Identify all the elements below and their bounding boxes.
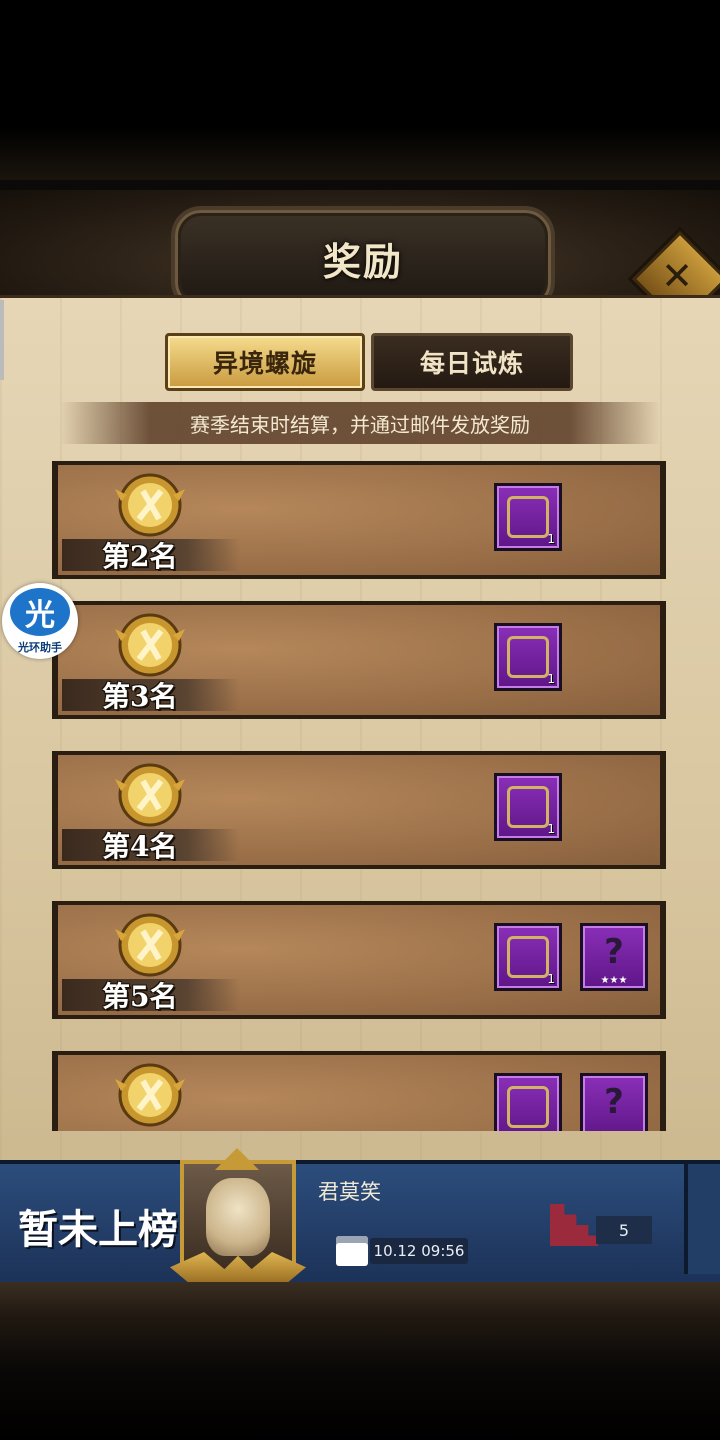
tab-spiral[interactable]: 异境螺旋 xyxy=(165,333,365,391)
calendar-icon xyxy=(336,1236,368,1266)
avatar-crown-ornament xyxy=(215,1148,259,1170)
frame-icon xyxy=(507,636,549,678)
rank-row: 第3名 1 xyxy=(52,601,666,719)
close-icon[interactable]: ✕ xyxy=(654,253,700,299)
frame-icon xyxy=(507,496,549,538)
scroll-indicator xyxy=(0,300,4,380)
rank-row: 第5名 1 ? ★★★ xyxy=(52,901,666,1019)
frame-icon xyxy=(507,786,549,828)
dialog-bottom-frame xyxy=(0,1282,720,1322)
floor-count: 5 xyxy=(596,1216,652,1244)
rank-label: 第2名 xyxy=(102,540,178,573)
reward-frame-item[interactable]: 1 xyxy=(494,923,562,991)
rank-row: 第4名 1 xyxy=(52,751,666,869)
rank-reward-list[interactable]: 第2名 1 第3名 1 第4名 1 第5名 1 ? ★★★ ? xyxy=(0,455,720,1131)
rank-row: ? xyxy=(52,1051,666,1131)
reward-count: 1 xyxy=(547,972,555,986)
rank-label: 第3名 xyxy=(102,680,178,713)
rank-row: 第2名 1 xyxy=(52,461,666,579)
record-time: 10.12 09:56 xyxy=(370,1238,468,1264)
player-rank-status: 暂未上榜 xyxy=(18,1206,178,1253)
medal-icon xyxy=(115,913,185,977)
dialog-title: 奖励 xyxy=(322,239,403,284)
bottom-letterbox xyxy=(0,1320,720,1440)
tab-daily-trial[interactable]: 每日试炼 xyxy=(371,333,573,391)
reward-count: 1 xyxy=(547,532,555,546)
frame-icon xyxy=(507,1086,549,1128)
avatar-face xyxy=(206,1178,270,1256)
chest-stars: ★★★ xyxy=(600,975,628,986)
assistant-float-button[interactable]: 光 光环助手 xyxy=(2,583,78,659)
reward-count: 1 xyxy=(547,822,555,836)
reward-frame-item[interactable]: 1 xyxy=(494,483,562,551)
reward-frame-item[interactable] xyxy=(494,1073,562,1131)
assistant-label: 光环助手 xyxy=(18,641,62,654)
reward-count: 1 xyxy=(547,672,555,686)
mystery-chest-icon: ? xyxy=(604,932,624,972)
title-plate: 奖励 xyxy=(175,210,551,308)
rank-label: 第5名 xyxy=(102,980,178,1013)
medal-icon xyxy=(115,613,185,677)
reward-chest-item[interactable]: ? xyxy=(580,1073,648,1131)
medal-icon xyxy=(115,1063,185,1127)
assistant-icon: 光 xyxy=(10,588,70,636)
settlement-notice: 赛季结束时结算，并通过邮件发放奖励 xyxy=(60,402,660,444)
player-name: 君莫笑 xyxy=(318,1180,381,1204)
rank-label: 第4名 xyxy=(102,830,178,863)
reward-frame-item[interactable]: 1 xyxy=(494,773,562,841)
medal-icon xyxy=(115,763,185,827)
frame-icon xyxy=(507,936,549,978)
reward-chest-item[interactable]: ? ★★★ xyxy=(580,923,648,991)
mystery-chest-icon: ? xyxy=(604,1082,624,1122)
player-bar-edge xyxy=(684,1164,720,1274)
top-letterbox xyxy=(0,0,720,180)
medal-icon xyxy=(115,473,185,537)
reward-frame-item[interactable]: 1 xyxy=(494,623,562,691)
